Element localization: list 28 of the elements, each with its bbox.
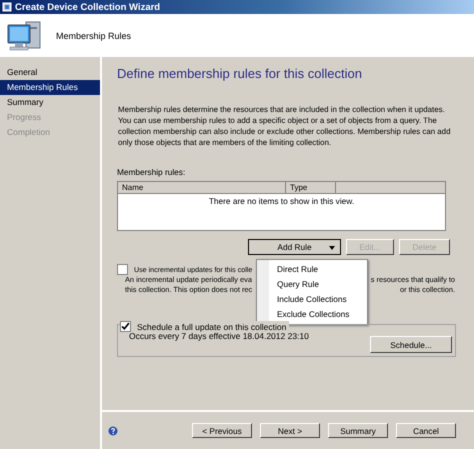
step-item[interactable]: Membership Rules — [0, 80, 100, 95]
help-icon[interactable] — [108, 426, 118, 436]
step-item[interactable]: General — [0, 65, 100, 80]
menu-item[interactable]: Query Rule — [257, 277, 367, 292]
wizard-button[interactable]: Next > — [260, 423, 320, 438]
section-heading: Define membership rules for this collection — [117, 66, 363, 81]
step-item[interactable]: Summary — [0, 95, 100, 110]
checkbox-label: Schedule a full update on this collection — [137, 322, 286, 332]
schedule-text: Occurs every 7 days effective 18.04.2012 23:10 — [129, 331, 309, 343]
list-label: Membership rules: — [117, 167, 186, 177]
window-title: Create Device Collection Wizard — [15, 2, 160, 12]
dropdown-button[interactable]: Add Rule — [248, 239, 341, 255]
menu-item[interactable]: Exclude Collections — [257, 307, 367, 322]
wizard-button[interactable]: < Previous — [192, 423, 252, 438]
empty-message: There are no items to show in this view. — [208, 196, 356, 206]
checkbox[interactable] — [120, 321, 131, 332]
caret-icon — [329, 246, 335, 250]
schedule-button[interactable]: Schedule... — [370, 336, 452, 353]
menu-item[interactable]: Include Collections — [257, 292, 367, 307]
wizard-button[interactable]: Summary — [328, 423, 388, 438]
column-header[interactable]: Name — [118, 182, 286, 193]
page-title: Membership Rules — [56, 30, 132, 40]
column-header[interactable]: Type — [286, 182, 336, 193]
computer-icon — [6, 18, 42, 52]
menu-item[interactable]: Direct Rule — [257, 262, 367, 277]
app-icon — [2, 2, 12, 12]
checkbox[interactable] — [117, 264, 128, 275]
wizard-button[interactable]: Cancel — [396, 423, 456, 438]
